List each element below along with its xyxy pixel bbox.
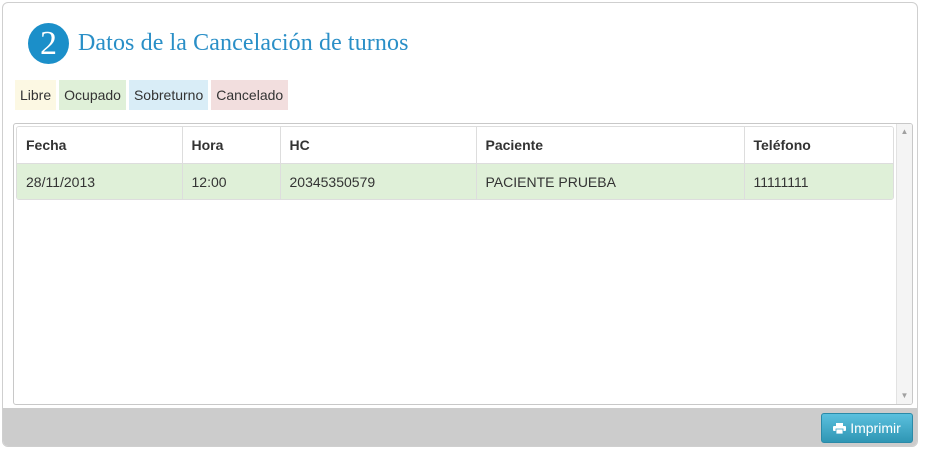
legend-cancelado: Cancelado bbox=[211, 80, 289, 110]
vertical-scrollbar[interactable]: ▲ ▼ bbox=[896, 124, 912, 404]
panel-footer: Imprimir bbox=[3, 408, 917, 446]
cell-fecha: 28/11/2013 bbox=[17, 163, 183, 199]
scroll-up-arrow-icon[interactable]: ▲ bbox=[897, 124, 912, 140]
column-header-paciente[interactable]: Paciente bbox=[476, 127, 745, 164]
column-header-telefono[interactable]: Teléfono bbox=[744, 127, 893, 164]
column-header-hc[interactable]: HC bbox=[280, 127, 477, 164]
cell-hora: 12:00 bbox=[182, 163, 281, 199]
step-number-badge: 2 bbox=[28, 23, 69, 64]
cell-telefono: 11111111 bbox=[744, 163, 893, 199]
column-header-hora[interactable]: Hora bbox=[182, 127, 281, 164]
printer-icon bbox=[833, 422, 847, 434]
column-header-fecha[interactable]: Fecha bbox=[17, 127, 183, 164]
appointments-table: Fecha Hora HC Paciente Teléfono 28/11/20… bbox=[17, 127, 893, 199]
table-header-row: Fecha Hora HC Paciente Teléfono bbox=[17, 127, 893, 164]
table-row[interactable]: 28/11/2013 12:00 20345350579 PACIENTE PR… bbox=[17, 163, 893, 199]
print-button[interactable]: Imprimir bbox=[821, 413, 913, 443]
print-button-label: Imprimir bbox=[850, 420, 901, 436]
cell-hc: 20345350579 bbox=[280, 163, 477, 199]
appointments-table-container: Fecha Hora HC Paciente Teléfono 28/11/20… bbox=[16, 126, 894, 200]
scroll-down-arrow-icon[interactable]: ▼ bbox=[897, 388, 912, 404]
appointment-cancellation-panel: 2 Datos de la Cancelación de turnos Libr… bbox=[2, 2, 918, 447]
panel-header: 2 Datos de la Cancelación de turnos bbox=[28, 23, 409, 64]
appointments-grid: Fecha Hora HC Paciente Teléfono 28/11/20… bbox=[13, 123, 913, 405]
legend-libre: Libre bbox=[15, 80, 57, 110]
cell-paciente: PACIENTE PRUEBA bbox=[476, 163, 745, 199]
legend-ocupado: Ocupado bbox=[59, 80, 126, 110]
page-title: Datos de la Cancelación de turnos bbox=[78, 30, 409, 56]
status-legend: Libre Ocupado Sobreturno Cancelado bbox=[15, 80, 289, 110]
legend-sobreturno: Sobreturno bbox=[128, 80, 209, 110]
